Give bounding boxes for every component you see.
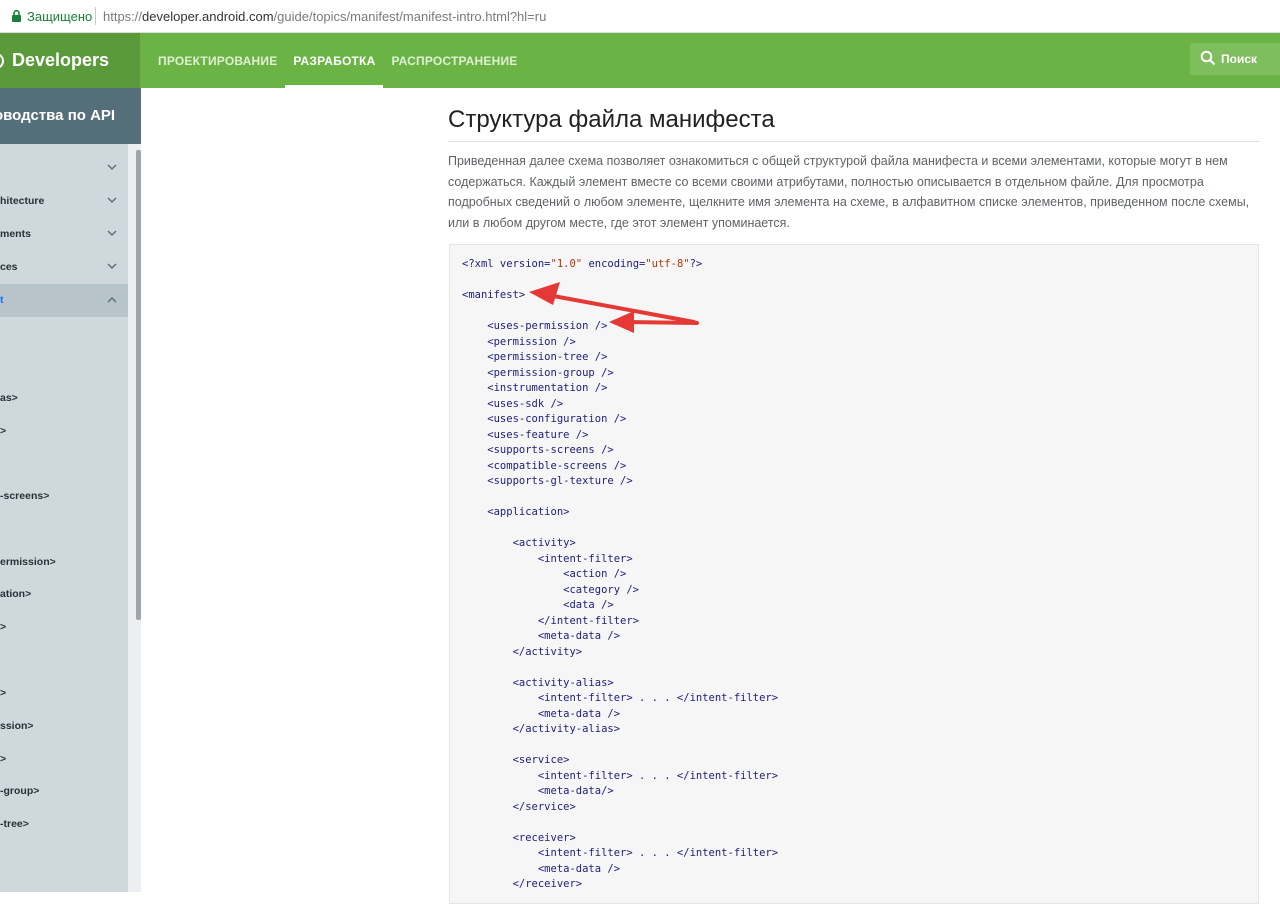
sidebar-subitem[interactable]: >	[0, 621, 6, 633]
intro-paragraph: Приведенная далее схема позволяет ознако…	[448, 154, 1250, 231]
sidebar-subitem[interactable]: >	[0, 425, 6, 437]
sidebar-section-components[interactable]: ments	[0, 218, 128, 251]
sidebar-subitem[interactable]: as>	[0, 392, 18, 404]
search-button[interactable]: Поиск	[1190, 43, 1280, 75]
sidebar-subitem[interactable]: -tree>	[0, 818, 29, 830]
nav-distribute[interactable]: РАСПРОСТРАНЕНИЕ	[383, 33, 525, 88]
sidebar-subitem[interactable]: -screens>	[0, 490, 49, 502]
secure-label: Защищено	[27, 9, 93, 24]
nav-design[interactable]: ПРОЕКТИРОВАНИЕ	[150, 33, 285, 88]
android-logo-icon	[0, 53, 4, 69]
chevron-down-icon	[107, 263, 117, 269]
top-nav: ПРОЕКТИРОВАНИЕ РАЗРАБОТКА РАСПРОСТРАНЕНИ…	[150, 33, 526, 88]
sidebar-section-architecture[interactable]: hitecture	[0, 185, 128, 218]
nav-develop[interactable]: РАЗРАБОТКА	[285, 33, 384, 88]
browser-address-bar[interactable]: Защищено https://developer.android.com/g…	[0, 0, 1280, 33]
sidebar-subitem[interactable]: ssion>	[0, 720, 34, 732]
sidebar-subitem[interactable]: >	[0, 753, 6, 765]
sidebar-section-resources[interactable]: ces	[0, 251, 128, 284]
search-label: Поиск	[1221, 52, 1258, 66]
search-icon	[1200, 50, 1216, 66]
sidebar: оводства по API hitecture ments ces t as…	[0, 88, 141, 892]
lock-icon	[12, 10, 21, 22]
brand-logo[interactable]: Developers	[0, 33, 140, 88]
brand-name: Developers	[12, 50, 110, 70]
sidebar-subitem[interactable]: >	[0, 687, 6, 699]
main-content: Структура файла манифеста Приведенная да…	[141, 88, 1280, 904]
page-title: Структура файла манифеста	[448, 106, 775, 133]
title-divider	[448, 141, 1260, 142]
sidebar-section[interactable]	[0, 152, 128, 185]
chevron-down-icon	[107, 197, 117, 203]
chevron-down-icon	[107, 230, 117, 236]
code-block: <?xml version="1.0" encoding="utf-8"?> <…	[449, 244, 1259, 904]
address-divider	[95, 7, 96, 25]
sidebar-subitem[interactable]: ation>	[0, 588, 31, 600]
url-text[interactable]: https://developer.android.com/guide/topi…	[103, 9, 546, 24]
sidebar-subitem[interactable]: -group>	[0, 785, 39, 797]
chevron-down-icon	[107, 164, 117, 170]
chevron-up-icon	[107, 297, 117, 303]
sidebar-section-manifest[interactable]: t	[0, 284, 128, 317]
code-listing: <?xml version="1.0" encoding="utf-8"?> <…	[462, 258, 779, 890]
site-header: Developers ПРОЕКТИРОВАНИЕ РАЗРАБОТКА РАС…	[0, 33, 1280, 88]
sidebar-subitem[interactable]: ermission>	[0, 556, 56, 568]
sidebar-title: оводства по API	[0, 88, 141, 144]
